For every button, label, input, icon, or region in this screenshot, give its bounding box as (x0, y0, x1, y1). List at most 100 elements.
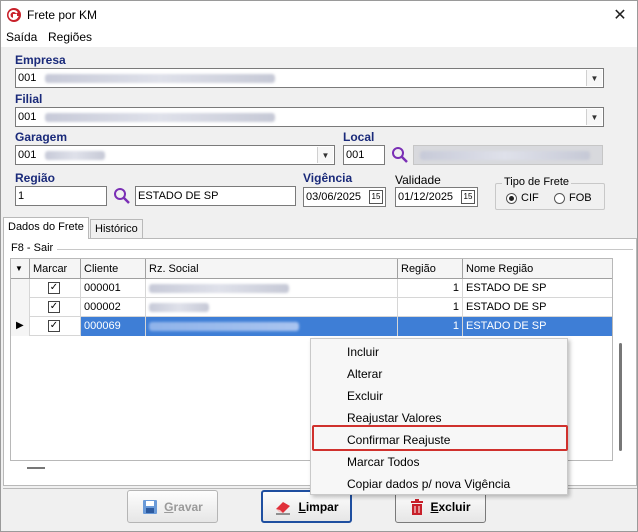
validade-value: 01/12/2025 (398, 191, 454, 203)
cliente-cell: 000069 (81, 317, 146, 336)
local-name-readonly (413, 145, 603, 165)
cliente-cell: 000001 (81, 279, 146, 298)
regiao-label: Região (15, 171, 56, 185)
garagem-label: Garagem (15, 130, 68, 144)
marcar-checkbox[interactable]: ✓ (48, 320, 60, 332)
filial-label: Filial (15, 92, 43, 106)
close-icon[interactable]: ✕ (604, 1, 636, 28)
menu-item-marcar-todos[interactable]: Marcar Todos (311, 451, 567, 473)
col-nome-regiao[interactable]: Nome Região (463, 259, 612, 279)
filial-combo[interactable]: 001 ▼ (15, 107, 604, 127)
menu-item-copiar-dados[interactable]: Copiar dados p/ nova Vigência (311, 473, 567, 495)
regiao-name: ESTADO DE SP (138, 190, 219, 202)
calendar-icon[interactable]: 15 (369, 190, 383, 204)
radio-cif[interactable] (506, 193, 517, 204)
grid-header: ▼ Marcar Cliente Rz. Social Região Nome … (11, 259, 612, 279)
cliente-cell: 000002 (81, 298, 146, 317)
radio-fob-label: FOB (569, 192, 592, 204)
chevron-down-icon[interactable]: ▼ (586, 70, 602, 86)
table-row[interactable]: ✓ 000002 1 ESTADO DE SP (11, 298, 612, 317)
current-row-arrow-icon: ▶ (11, 317, 30, 336)
menu-item-alterar[interactable]: Alterar (311, 363, 567, 385)
radio-cif-label: CIF (521, 192, 539, 204)
menu-saida[interactable]: Saída (6, 30, 37, 44)
empresa-combo[interactable]: 001 ▼ (15, 68, 604, 88)
chevron-down-icon[interactable]: ▼ (317, 147, 333, 163)
grid-caption: F8 - Sair (11, 242, 54, 254)
search-icon[interactable] (113, 187, 131, 205)
regiao-name-field: ESTADO DE SP (135, 186, 296, 206)
tipo-frete-group: Tipo de Frete CIF FOB (495, 176, 605, 210)
col-rz-social[interactable]: Rz. Social (146, 259, 398, 279)
vigencia-value: 03/06/2025 (306, 191, 362, 203)
trash-icon (411, 498, 424, 515)
marcar-checkbox[interactable]: ✓ (48, 282, 60, 294)
row-indicator (11, 298, 30, 317)
rz-social-cell (146, 317, 398, 336)
window-title: Frete por KM (27, 8, 98, 22)
row-indicator-header[interactable]: ▼ (11, 259, 30, 279)
regiao-code-input[interactable]: 1 (15, 186, 107, 206)
frete-por-km-window: Frete por KM ✕ Saída Regiões Empresa 001… (0, 0, 638, 532)
menu-item-incluir[interactable]: Incluir (311, 341, 567, 363)
nome-regiao-cell: ESTADO DE SP (466, 282, 547, 294)
regiao-cell: 1 (398, 317, 463, 336)
local-label: Local (343, 130, 375, 144)
marcar-cell[interactable]: ✓ (30, 298, 81, 317)
highlight-annotation (312, 425, 568, 451)
validade-label: Validade (395, 173, 441, 187)
gravar-label: Gravar (164, 499, 203, 514)
calendar-icon[interactable]: 15 (461, 190, 475, 204)
tab-historico[interactable]: Histórico (90, 219, 143, 239)
horizontal-scrollbar[interactable] (27, 467, 45, 469)
empresa-code: 001 (18, 72, 37, 84)
menu-item-excluir[interactable]: Excluir (311, 385, 567, 407)
context-menu: Incluir Alterar Excluir Reajustar Valore… (310, 338, 568, 495)
title-bar: Frete por KM ✕ (1, 1, 637, 29)
rz-social-redacted (149, 283, 289, 293)
marcar-cell[interactable]: ✓ (30, 317, 81, 336)
table-row[interactable]: ▶ ✓ 000069 1 ESTADO DE SP (11, 317, 612, 336)
marcar-checkbox[interactable]: ✓ (48, 301, 60, 313)
chevron-down-icon[interactable]: ▼ (586, 109, 602, 125)
filial-code: 001 (18, 111, 37, 123)
rz-social-redacted (149, 302, 209, 312)
regiao-code: 1 (18, 190, 25, 202)
col-cliente[interactable]: Cliente (81, 259, 146, 279)
search-icon[interactable] (391, 146, 409, 164)
tipo-frete-label: Tipo de Frete (502, 176, 572, 188)
regiao-cell: 1 (398, 298, 463, 317)
garagem-code: 001 (18, 149, 37, 161)
table-row[interactable]: ✓ 000001 1 ESTADO DE SP (11, 279, 612, 298)
app-logo-icon (7, 8, 21, 22)
empresa-name-redacted (45, 73, 276, 83)
vigencia-date-input[interactable]: 03/06/2025 15 (303, 187, 386, 207)
rz-social-cell (146, 279, 398, 298)
col-marcar[interactable]: Marcar (30, 259, 81, 279)
nome-regiao-cell: ESTADO DE SP (466, 301, 547, 313)
local-code: 001 (346, 149, 365, 161)
floppy-disk-icon (143, 499, 158, 514)
validade-date-input[interactable]: 01/12/2025 15 (395, 187, 478, 207)
limpar-label: Limpar (298, 499, 339, 514)
gravar-button[interactable]: Gravar (127, 490, 218, 523)
divider (57, 249, 633, 250)
vertical-scrollbar[interactable] (619, 343, 622, 451)
excluir-label: Excluir (430, 499, 471, 514)
filial-name-redacted (45, 112, 276, 122)
garagem-combo[interactable]: 001 ▼ (15, 145, 335, 165)
empresa-label: Empresa (15, 53, 66, 67)
nome-regiao-cell: ESTADO DE SP (463, 317, 612, 336)
menu-bar: Saída Regiões (1, 29, 637, 47)
col-regiao[interactable]: Região (398, 259, 463, 279)
eraser-icon (276, 501, 291, 514)
rz-social-cell (146, 298, 398, 317)
marcar-cell[interactable]: ✓ (30, 279, 81, 298)
radio-fob[interactable] (554, 193, 565, 204)
local-code-input[interactable]: 001 (343, 145, 385, 165)
garagem-name-redacted (45, 150, 106, 160)
menu-regioes[interactable]: Regiões (48, 30, 92, 44)
tab-dados-do-frete[interactable]: Dados do Frete (3, 217, 89, 239)
row-indicator (11, 279, 30, 298)
regiao-cell: 1 (398, 279, 463, 298)
